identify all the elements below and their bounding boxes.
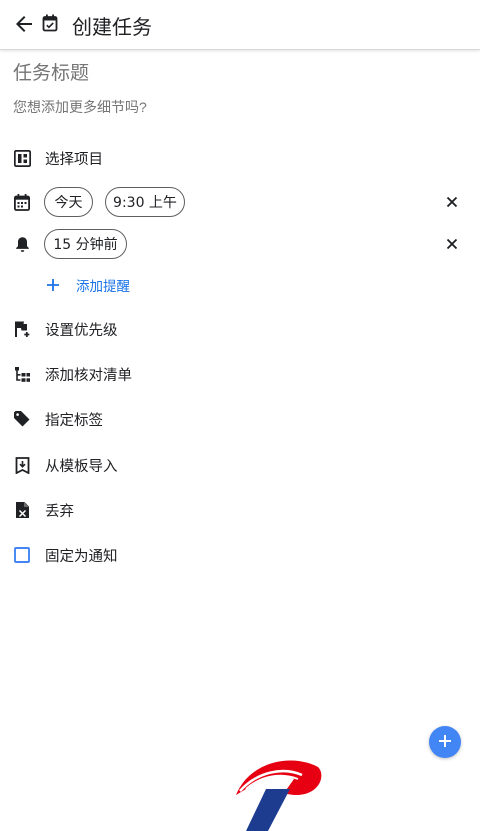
file-delete-icon [13,501,31,519]
checkbox-icon[interactable] [13,546,31,564]
bell-icon [13,235,31,253]
plus-icon [438,733,452,752]
add-reminder-label: 添加提醒 [76,279,130,295]
top-app-bar: 创建任务 [0,0,480,50]
import-template-label: 从模板导入 [45,458,118,475]
add-fab-button[interactable] [429,726,461,758]
select-project-row[interactable]: 选择项目 [0,140,480,176]
pin-notification-label: 固定为通知 [45,548,118,565]
import-template-row[interactable]: 从模板导入 [0,447,480,483]
calendar-check-icon [42,14,58,32]
dashboard-icon [13,149,31,167]
date-chip[interactable]: 今天 [44,187,93,217]
schedule-row: 今天 9:30 上午 [0,184,480,220]
add-checklist-label: 添加核对清单 [45,367,132,384]
assign-tags-row[interactable]: 指定标签 [0,401,480,437]
plus-icon [45,277,61,293]
assign-tags-label: 指定标签 [45,412,103,429]
select-project-label: 选择项目 [45,151,103,168]
task-description-input[interactable] [13,99,453,115]
discard-label: 丢弃 [45,503,74,520]
reminder-chip[interactable]: 15 分钟前 [44,229,127,259]
add-reminder-button[interactable]: 添加提醒 [45,274,130,296]
calendar-icon [13,193,31,211]
time-chip[interactable]: 9:30 上午 [105,187,185,217]
bookmark-import-icon [13,456,31,474]
tag-icon [13,410,31,428]
pin-notification-row[interactable]: 固定为通知 [0,537,480,573]
brand-logo [232,755,324,831]
reminder-row: 15 分钟前 [0,226,480,262]
set-priority-row[interactable]: 设置优先级 [0,311,480,347]
close-icon[interactable] [444,194,460,210]
checklist-tree-icon [13,365,31,383]
set-priority-label: 设置优先级 [45,322,118,339]
arrow-back-icon[interactable] [12,12,36,36]
close-icon[interactable] [444,236,460,252]
add-checklist-row[interactable]: 添加核对清单 [0,356,480,392]
discard-row[interactable]: 丢弃 [0,492,480,528]
task-title-input[interactable] [13,63,453,85]
page-title: 创建任务 [72,15,152,39]
flag-add-icon [13,320,31,338]
